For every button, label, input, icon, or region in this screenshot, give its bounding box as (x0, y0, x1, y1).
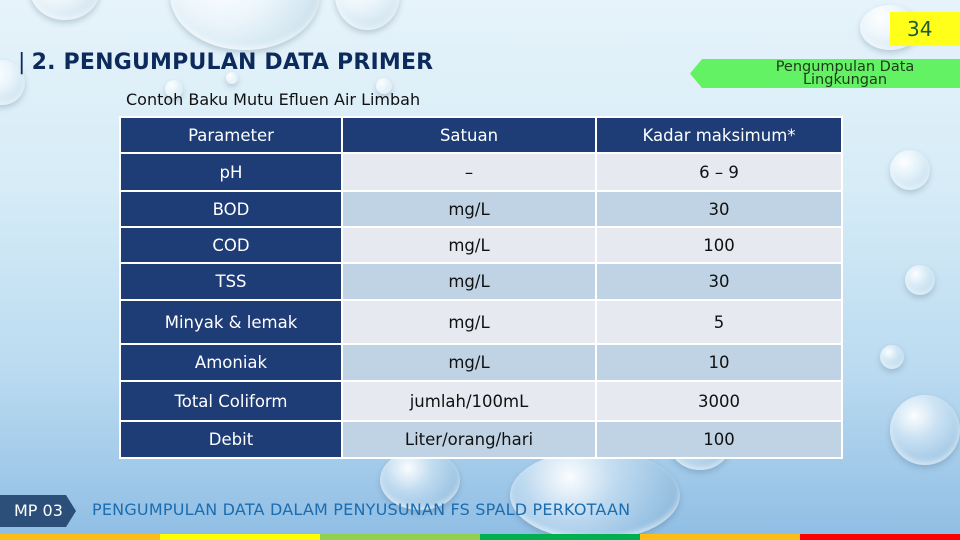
water-drop-decoration (890, 150, 930, 190)
cell-parameter: Amoniak (121, 345, 341, 380)
title-prefix: | (18, 50, 26, 75)
cell-parameter: Total Coliform (121, 382, 341, 420)
cell-kadar: 10 (597, 345, 841, 380)
table-row: Total Coliform jumlah/100mL 3000 (121, 382, 841, 420)
cell-kadar: 30 (597, 192, 841, 226)
color-strip-segment (640, 534, 800, 540)
color-strip-segment (320, 534, 480, 540)
section-tag-line2: Lingkungan (802, 71, 888, 88)
title-text: 2. PENGUMPULAN DATA PRIMER (31, 50, 434, 75)
cell-parameter: COD (121, 228, 341, 262)
header-satuan: Satuan (343, 118, 595, 152)
cell-parameter: Debit (121, 422, 341, 457)
color-strip (0, 534, 960, 540)
table-caption: Contoh Baku Mutu Efluen Air Limbah (126, 90, 421, 109)
water-drop-decoration (890, 395, 960, 465)
cell-kadar: 3000 (597, 382, 841, 420)
module-badge: MP 03 (0, 495, 76, 527)
water-drop-decoration (880, 345, 904, 369)
cell-kadar: 5 (597, 301, 841, 343)
cell-satuan: mg/L (343, 264, 595, 299)
table-row: BOD mg/L 30 (121, 192, 841, 226)
cell-kadar: 100 (597, 228, 841, 262)
color-strip-segment (800, 534, 960, 540)
table-row: pH – 6 – 9 (121, 154, 841, 190)
cell-parameter: BOD (121, 192, 341, 226)
water-drop-decoration (170, 0, 320, 50)
cell-kadar: 6 – 9 (597, 154, 841, 190)
header-kadar: Kadar maksimum* (597, 118, 841, 152)
table-row: Amoniak mg/L 10 (121, 345, 841, 380)
water-drop-decoration (335, 0, 400, 30)
footer-title: PENGUMPULAN DATA DALAM PENYUSUNAN FS SPA… (92, 500, 631, 519)
cell-satuan: mg/L (343, 192, 595, 226)
header-parameter: Parameter (121, 118, 341, 152)
cell-parameter: pH (121, 154, 341, 190)
cell-satuan: Liter/orang/hari (343, 422, 595, 457)
cell-satuan: mg/L (343, 228, 595, 262)
table-row: COD mg/L 100 (121, 228, 841, 262)
water-drop-decoration (510, 450, 680, 540)
table-row: Minyak & lemak mg/L 5 (121, 301, 841, 343)
color-strip-segment (160, 534, 320, 540)
color-strip-segment (0, 534, 160, 540)
cell-kadar: 30 (597, 264, 841, 299)
cell-parameter: TSS (121, 264, 341, 299)
water-drop-decoration (30, 0, 100, 20)
cell-parameter: Minyak & lemak (121, 301, 341, 343)
cell-satuan: mg/L (343, 301, 595, 343)
cell-satuan: mg/L (343, 345, 595, 380)
slide-title: | 2. PENGUMPULAN DATA PRIMER (18, 50, 433, 75)
cell-kadar: 100 (597, 422, 841, 457)
effluent-standards-table: Parameter Satuan Kadar maksimum* pH – 6 … (119, 116, 843, 459)
cell-satuan: – (343, 154, 595, 190)
water-drop-decoration (905, 265, 935, 295)
table-header-row: Parameter Satuan Kadar maksimum* (121, 118, 841, 152)
table-row: Debit Liter/orang/hari 100 (121, 422, 841, 457)
table-row: TSS mg/L 30 (121, 264, 841, 299)
cell-satuan: jumlah/100mL (343, 382, 595, 420)
page-number: 34 (890, 12, 960, 46)
section-tag: Pengumpulan Data Lingkungan (690, 59, 960, 88)
color-strip-segment (480, 534, 640, 540)
